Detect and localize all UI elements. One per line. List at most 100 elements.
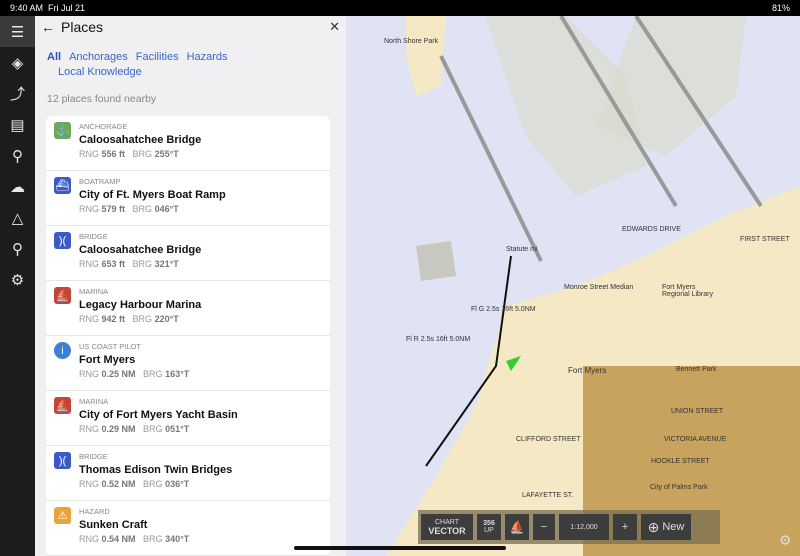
map-label: Fort Myers <box>568 366 607 375</box>
rng-label: RNG <box>79 149 99 159</box>
place-type: Bridge <box>79 232 108 241</box>
range: 942 ft <box>101 314 126 324</box>
bearing: 046°T <box>154 204 179 214</box>
zoom-out-button[interactable]: − <box>533 514 555 540</box>
home-indicator <box>294 546 506 550</box>
list-item[interactable]: i US Coast Pilot Fort Myers RNG 0.25 NM … <box>46 336 330 391</box>
map-label: LAFAYETTE ST. <box>522 492 574 499</box>
bridge-icon: )( <box>54 452 71 469</box>
rng-label: RNG <box>79 479 99 489</box>
marina-icon: ⛵ <box>54 397 71 414</box>
route-icon[interactable]: ⤴ <box>0 78 35 109</box>
anchorage-icon: ⚓ <box>54 122 71 139</box>
list-item[interactable]: )( Bridge Caloosahatchee Bridge RNG 653 … <box>46 226 330 281</box>
rng-label: RNG <box>79 204 99 214</box>
land-north-shore <box>406 16 446 96</box>
range: 579 ft <box>101 204 126 214</box>
range: 0.52 NM <box>101 479 136 489</box>
brg-label: BRG <box>132 149 153 159</box>
back-icon[interactable]: ← <box>41 19 55 35</box>
map-toolbar: CHART VECTOR 356 UP ⛵ − 1:12,000 + ⊕ New <box>418 510 720 544</box>
chart-mode-button[interactable]: CHART VECTOR <box>421 514 473 540</box>
range: 0.25 NM <box>101 369 136 379</box>
map-label: Fl G 2.5s 16ft 5.0NM <box>471 306 536 313</box>
search-icon[interactable]: ⚲ <box>0 233 35 264</box>
place-name: Sunken Craft <box>79 519 148 531</box>
list-item[interactable]: ⛴ Boatramp City of Ft. Myers Boat Ramp R… <box>46 171 330 226</box>
chart-map[interactable]: North Shore Park Statute mi Monroe Stree… <box>346 16 800 556</box>
map-settings-icon[interactable]: ⚙ <box>779 532 792 549</box>
bearing: 163°T <box>165 369 190 379</box>
map-label: Statute mi <box>506 246 538 253</box>
rng-label: RNG <box>79 259 99 269</box>
place-type: Anchorage <box>79 122 128 131</box>
status-bar: 9:40 AM Fri Jul 21 81% <box>0 0 800 16</box>
map-label: Fl R 2.5s 16ft 5.0NM <box>406 336 471 343</box>
map-label: CLIFFORD STREET <box>516 436 581 443</box>
bridge-icon: )( <box>54 232 71 249</box>
map-label: City of Palms Park <box>650 484 708 491</box>
bearing: 036°T <box>165 479 190 489</box>
new-label: New <box>662 521 685 533</box>
bearing: 051°T <box>165 424 190 434</box>
close-icon[interactable]: ✕ <box>329 19 340 35</box>
time: 9:40 AM <box>10 3 44 13</box>
results-count: 12 places found nearby <box>47 93 157 105</box>
menu-icon[interactable]: ☰ <box>0 16 35 47</box>
marina-icon: ⛵ <box>54 287 71 304</box>
place-name: Legacy Harbour Marina <box>79 299 202 311</box>
place-name: Caloosahatchee Bridge <box>79 134 202 146</box>
brg-label: BRG <box>143 479 163 489</box>
side-rail: ☰ ◈ ⤴ ▤ ⚲ ☁ △ ⚲ ⚙ <box>0 16 35 556</box>
map-label: UNION STREET <box>671 408 724 415</box>
chart-mode: VECTOR <box>428 525 466 536</box>
logbook-icon[interactable]: ▤ <box>0 109 35 140</box>
zoom-in-button[interactable]: + <box>613 514 637 540</box>
list-item[interactable]: ⛵ Marina City of Fort Myers Yacht Basin … <box>46 391 330 446</box>
bearing: 340°T <box>165 534 190 544</box>
place-type: Hazard <box>79 507 110 516</box>
tab-local-knowledge[interactable]: Local Knowledge <box>58 66 142 78</box>
tab-anchorages[interactable]: Anchorages <box>69 51 128 63</box>
tab-all[interactable]: All <box>47 51 61 63</box>
map-label: North Shore Park <box>384 38 439 45</box>
pin-icon[interactable]: ⚲ <box>0 140 35 171</box>
map-label: EDWARDS DRIVE <box>622 226 681 233</box>
weather-icon[interactable]: ☁ <box>0 171 35 202</box>
brg-label: BRG <box>132 204 153 214</box>
rng-label: RNG <box>79 369 99 379</box>
settings-icon[interactable]: ⚙ <box>0 264 35 295</box>
boatramp-icon: ⛴ <box>54 177 71 194</box>
new-button[interactable]: ⊕ New <box>641 514 691 540</box>
list-item[interactable]: ⚓ Anchorage Caloosahatchee Bridge RNG 55… <box>46 116 330 171</box>
hazard-icon: ⚠ <box>54 507 71 524</box>
bearing: 321°T <box>154 259 179 269</box>
brg-label: BRG <box>143 424 163 434</box>
map-label: Monroe Street Median <box>564 284 634 291</box>
bearing: 255°T <box>154 149 179 159</box>
orientation-button[interactable]: 356 UP <box>477 514 501 540</box>
map-label: HOOKLE STREET <box>651 458 710 465</box>
list-item[interactable]: ⚠ Hazard Sunken Craft RNG 0.54 NM BRG 34… <box>46 501 330 556</box>
brg-label: BRG <box>143 534 163 544</box>
places-panel: ← Places ✕ All Anchorages Facilities Hazards … <box>35 16 346 556</box>
rng-label: RNG <box>79 424 99 434</box>
heading: 356 <box>483 520 495 527</box>
island <box>416 241 456 281</box>
brg-label: BRG <box>132 259 153 269</box>
map-label: Fort Myers Regional Library <box>662 284 713 298</box>
map-label: Bennett Park <box>676 366 717 373</box>
layers-icon[interactable]: ◈ <box>0 47 35 78</box>
bearing: 220°T <box>154 314 179 324</box>
places-list: ⚓ Anchorage Caloosahatchee Bridge RNG 55… <box>46 116 330 556</box>
list-item[interactable]: )( Bridge Thomas Edison Twin Bridges RNG… <box>46 446 330 501</box>
measure-icon[interactable]: △ <box>0 202 35 233</box>
brg-label: BRG <box>132 314 153 324</box>
us-coast-pilot-icon: i <box>54 342 71 359</box>
place-type: Boatramp <box>79 177 121 186</box>
tab-facilities[interactable]: Facilities <box>136 51 179 63</box>
boat-off-icon[interactable]: ⛵ <box>505 514 529 540</box>
tab-hazards[interactable]: Hazards <box>187 51 228 63</box>
list-item[interactable]: ⛵ Marina Legacy Harbour Marina RNG 942 f… <box>46 281 330 336</box>
rng-label: RNG <box>79 314 99 324</box>
